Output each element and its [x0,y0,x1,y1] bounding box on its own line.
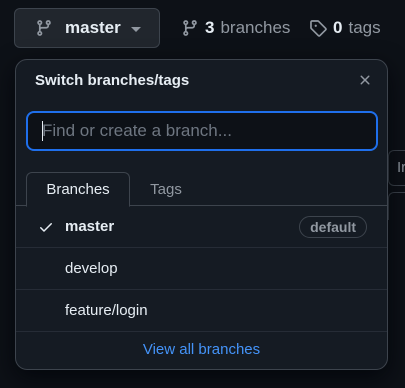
branches-count: 3 [205,18,215,37]
branch-item-develop[interactable]: develop [16,248,387,290]
branch-name: master [65,218,115,235]
tags-count-link[interactable]: 0 tags [309,16,381,40]
branch-item-feature-login[interactable]: feature/login [16,290,387,332]
background-partial-button: Ir [388,150,405,186]
tab-branches[interactable]: Branches [26,172,130,207]
text-cursor [42,121,43,141]
branch-item-master[interactable]: master default [16,206,387,248]
branch-search-input[interactable] [26,111,378,151]
git-branch-icon [181,19,199,37]
branch-select-button[interactable]: master [14,8,160,48]
tags-count-label: tags [348,18,381,37]
background-partial-panel [388,192,405,220]
check-icon [38,219,54,235]
tab-tags[interactable]: Tags [130,172,202,206]
caret-down-icon [130,26,141,32]
default-badge: default [299,216,367,238]
git-branch-icon [35,19,53,37]
tags-count: 0 [333,18,343,37]
branch-list: master default develop feature/login [16,206,387,332]
branches-count-label: branches [220,18,291,37]
close-icon[interactable] [355,70,375,90]
branch-switcher-popover: Switch branches/tags Branches Tags maste… [15,59,388,370]
branches-count-link[interactable]: 3 branches [181,16,290,40]
repo-toolbar: master 3 branches 0 tags [0,0,405,56]
popover-title: Switch branches/tags [35,72,190,89]
tag-icon [309,19,327,37]
branch-name: develop [65,260,118,277]
branch-select-label: master [65,18,121,37]
background-partial-text: Ir [397,159,405,176]
branch-tag-tabs: Branches Tags [16,172,387,207]
branch-name: feature/login [65,302,148,319]
view-all-branches-link[interactable]: View all branches [16,341,387,358]
popover-header: Switch branches/tags [16,60,387,100]
